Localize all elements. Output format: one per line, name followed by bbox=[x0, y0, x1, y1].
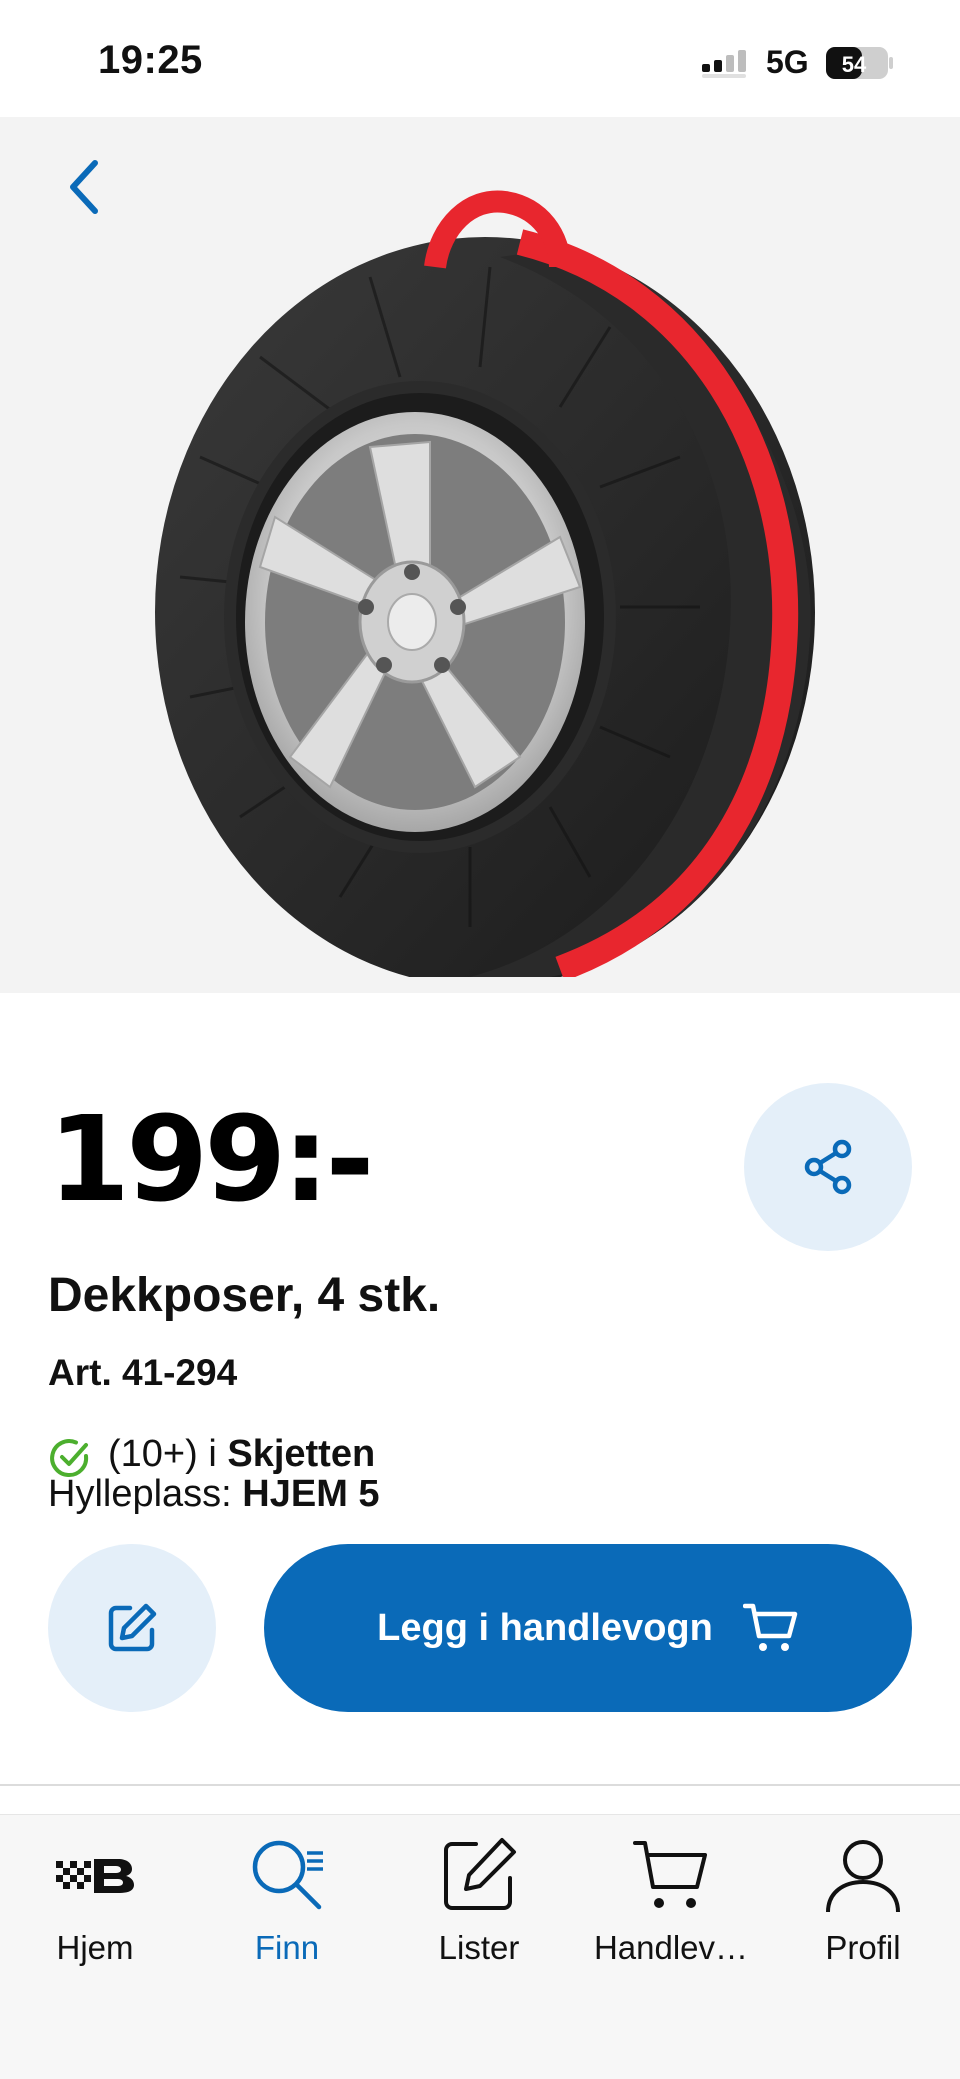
battery-level: 54 bbox=[842, 52, 867, 77]
stock-count: (10+) i bbox=[108, 1432, 217, 1475]
store-name: Skjetten bbox=[227, 1432, 376, 1475]
chevron-left-icon bbox=[70, 160, 98, 214]
profile-icon bbox=[826, 1840, 900, 1913]
nav-item-finn[interactable]: Finn bbox=[192, 1835, 382, 1985]
shelf-label: Hylleplass: bbox=[48, 1473, 232, 1515]
article-number: Art. 41-294 bbox=[48, 1352, 238, 1393]
nav-label-lister: Lister bbox=[438, 1929, 520, 1966]
add-to-list-button[interactable] bbox=[48, 1544, 216, 1712]
shelf-value: HJEM 5 bbox=[242, 1473, 380, 1515]
share-button[interactable] bbox=[744, 1083, 912, 1251]
nav-item-handlevogn[interactable]: Handlev… bbox=[576, 1835, 766, 1985]
nav-item-lister[interactable]: Lister bbox=[384, 1835, 574, 1985]
product-image bbox=[155, 190, 815, 977]
battery-icon: 54 bbox=[826, 47, 893, 79]
signal-icon bbox=[702, 50, 746, 78]
nav-label-hjem: Hjem bbox=[56, 1929, 134, 1966]
add-to-cart-label: Legg i handlevogn bbox=[377, 1606, 713, 1649]
status-time: 19:25 bbox=[98, 38, 203, 82]
divider bbox=[0, 1784, 960, 1786]
nav-item-profil[interactable]: Profil bbox=[768, 1835, 958, 1985]
cart-icon bbox=[742, 1603, 798, 1651]
edit-icon bbox=[108, 1603, 157, 1652]
share-icon bbox=[804, 1139, 852, 1195]
status-bar: 19:25 5G 54 bbox=[0, 0, 960, 117]
back-button[interactable] bbox=[54, 147, 114, 227]
edit-list-icon bbox=[444, 1838, 516, 1910]
home-logo-icon bbox=[56, 1859, 134, 1893]
shelf-location: Hylleplass: HJEM 5 bbox=[48, 1473, 380, 1516]
search-list-icon bbox=[252, 1840, 323, 1910]
nav-label-profil: Profil bbox=[825, 1929, 901, 1966]
bottom-nav: Hjem Finn Lister Handlev… Profil bbox=[0, 1814, 960, 2079]
nav-label-handlevogn: Handlev… bbox=[593, 1929, 749, 1966]
product-title: Dekkposer, 4 stk. bbox=[48, 1269, 441, 1322]
network-type: 5G bbox=[766, 44, 809, 80]
product-image-area bbox=[0, 117, 960, 993]
product-price: 199:- bbox=[48, 1090, 374, 1228]
add-to-cart-button[interactable]: Legg i handlevogn bbox=[264, 1544, 912, 1712]
nav-label-finn: Finn bbox=[254, 1929, 320, 1966]
nav-item-hjem[interactable]: Hjem bbox=[0, 1835, 190, 1985]
cart-icon bbox=[633, 1841, 707, 1908]
